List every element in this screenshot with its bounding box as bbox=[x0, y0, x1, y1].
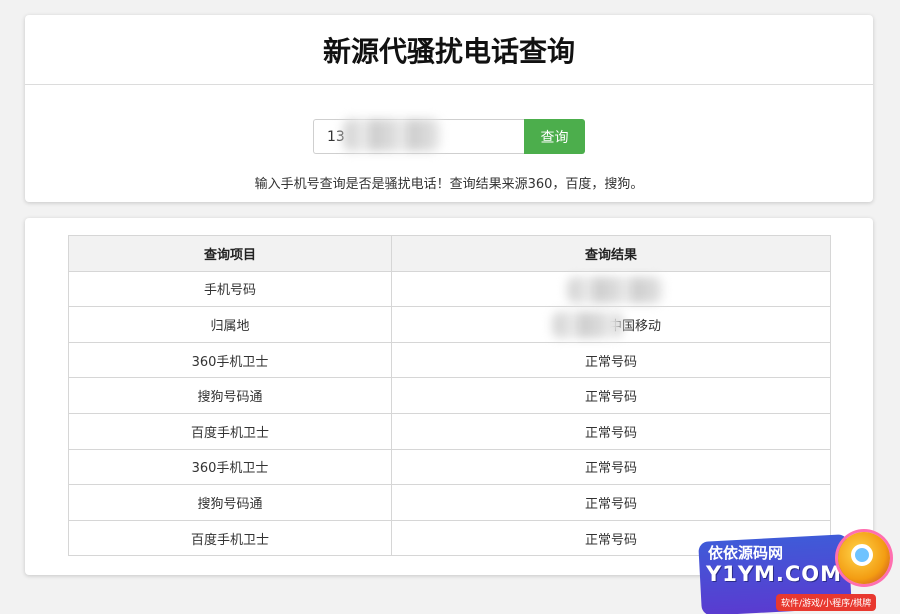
table-row: 搜狗号码通 正常号码 bbox=[68, 377, 831, 414]
table-row: 搜狗号码通 正常号码 bbox=[68, 484, 831, 521]
results-card: 查询项目 查询结果 手机号码 归属地 中国移动 360手机卫士 正常号码 搜狗号… bbox=[25, 218, 873, 575]
redacted-blur bbox=[343, 119, 441, 151]
table-header-row: 查询项目 查询结果 bbox=[68, 235, 831, 272]
redacted-blur bbox=[567, 276, 663, 303]
row-item: 搜狗号码通 bbox=[68, 377, 392, 414]
watermark-line2: Y1YM.COM bbox=[706, 562, 843, 586]
magnifier-icon bbox=[851, 544, 873, 566]
table-row: 归属地 中国移动 bbox=[68, 306, 831, 343]
table-row: 360手机卫士 正常号码 bbox=[68, 341, 831, 379]
results-table: 查询项目 查询结果 手机号码 归属地 中国移动 360手机卫士 正常号码 搜狗号… bbox=[68, 235, 831, 557]
table-row: 360手机卫士 正常号码 bbox=[68, 448, 831, 486]
watermark-tag: 软件/游戏/小程序/棋牌 bbox=[776, 594, 877, 611]
row-result: 正常号码 bbox=[391, 448, 831, 486]
redacted-blur bbox=[552, 312, 622, 339]
search-form: 查询 bbox=[313, 119, 585, 154]
row-item: 360手机卫士 bbox=[68, 341, 392, 379]
row-item: 归属地 bbox=[68, 306, 392, 343]
table-row: 手机号码 bbox=[68, 270, 831, 308]
row-item: 百度手机卫士 bbox=[68, 519, 392, 557]
row-result bbox=[391, 270, 831, 308]
search-card: 新源代骚扰电话查询 查询 输入手机号查询是否是骚扰电话！查询结果来源360，百度… bbox=[25, 15, 873, 202]
row-result: 中国移动 bbox=[391, 306, 831, 343]
search-button[interactable]: 查询 bbox=[524, 119, 585, 154]
row-item: 搜狗号码通 bbox=[68, 484, 392, 521]
row-result: 正常号码 bbox=[391, 377, 831, 414]
row-result: 正常号码 bbox=[391, 412, 831, 450]
row-result: 正常号码 bbox=[391, 484, 831, 521]
table-row: 百度手机卫士 正常号码 bbox=[68, 412, 831, 450]
column-header-result: 查询结果 bbox=[391, 235, 831, 272]
column-header-item: 查询项目 bbox=[68, 235, 392, 272]
watermark-line1: 依依源码网 bbox=[708, 544, 784, 562]
row-item: 手机号码 bbox=[68, 270, 392, 308]
watermark-logo: 依依源码网 Y1YM.COM 软件/游戏/小程序/棋牌 bbox=[688, 528, 900, 614]
row-result: 正常号码 bbox=[391, 341, 831, 379]
row-item: 百度手机卫士 bbox=[68, 412, 392, 450]
page-title: 新源代骚扰电话查询 bbox=[25, 15, 873, 85]
search-hint: 输入手机号查询是否是骚扰电话！查询结果来源360，百度，搜狗。 bbox=[254, 177, 644, 192]
row-item: 360手机卫士 bbox=[68, 448, 392, 486]
